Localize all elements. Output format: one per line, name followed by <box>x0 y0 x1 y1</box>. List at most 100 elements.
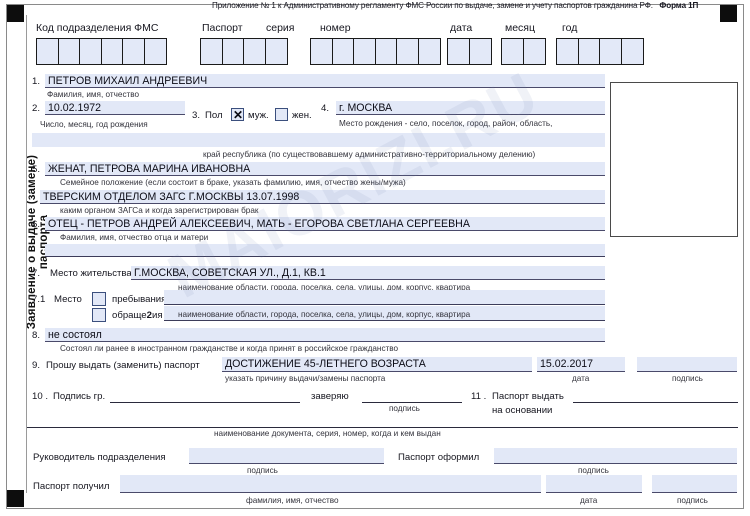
checkbox-place-of-appeal[interactable] <box>92 308 106 322</box>
input-issue-month[interactable] <box>501 38 546 65</box>
cell-issue-month-1[interactable] <box>501 38 524 65</box>
field-10-certify-line[interactable] <box>362 402 462 403</box>
checkbox-place-of-stay[interactable] <box>92 292 106 306</box>
field-4-birthplace-line2-input[interactable] <box>32 133 605 147</box>
cell-issue-day-2[interactable] <box>468 38 492 65</box>
field-1-fullname-value: ПЕТРОВ МИХАИЛ АНДРЕЕВИЧ <box>48 75 208 87</box>
field-5-number: 5. <box>32 164 41 175</box>
passport-application-form-1p: MAIORIZI.RU Приложение № 1 к Администрат… <box>0 0 750 516</box>
input-issue-year[interactable] <box>556 38 644 65</box>
footer-head-signature-input[interactable] <box>189 448 384 464</box>
field-71-number: 7.1 <box>32 294 46 305</box>
cell-passport-number-4[interactable] <box>374 38 398 65</box>
field-10-certify-label: заверяю <box>311 391 349 402</box>
field-5-hint: Семейное положение (если состоит в браке… <box>60 178 406 187</box>
cell-issue-year-1[interactable] <box>556 38 579 65</box>
label-series: серия <box>266 22 295 34</box>
cell-division-code-3[interactable] <box>79 38 103 65</box>
header-note: Приложение № 1 к Административному регла… <box>212 1 712 10</box>
field-6-underline <box>45 256 605 257</box>
cell-passport-number-1[interactable] <box>310 38 333 65</box>
field-4-number: 4. <box>321 103 330 114</box>
cell-issue-year-2[interactable] <box>577 38 601 65</box>
footer-received-signature-input[interactable] <box>652 475 737 493</box>
cell-division-code-1[interactable] <box>36 38 59 65</box>
vertical-divider <box>26 15 27 493</box>
field-9-label: Прошу выдать (заменить) паспорт <box>46 360 200 371</box>
input-issue-day[interactable] <box>447 38 492 65</box>
field-9-signature-hint: подпись <box>672 374 703 383</box>
photo-placeholder[interactable] <box>610 82 738 237</box>
cell-division-code-2[interactable] <box>57 38 81 65</box>
field-3-label: Пол <box>205 110 223 121</box>
field-6-parents-line2-input[interactable] <box>45 244 605 256</box>
field-9-date-hint: дата <box>572 374 590 383</box>
cell-passport-number-6[interactable] <box>418 38 442 65</box>
field-9-date-value: 15.02.2017 <box>540 358 594 370</box>
cell-passport-number-3[interactable] <box>353 38 377 65</box>
field-71-appeal-underline <box>164 320 605 321</box>
field-10-certify-hint: подпись <box>389 404 420 413</box>
label-male: муж. <box>248 110 269 121</box>
field-4-hint2: край республика (по существовавшему адми… <box>203 150 536 159</box>
field-71-stay-input[interactable] <box>164 290 605 304</box>
field-10-signature-line[interactable] <box>110 402 300 403</box>
input-passport-number[interactable] <box>310 38 442 65</box>
cell-passport-series-1[interactable] <box>200 38 223 65</box>
footer-issued-hint: подпись <box>578 466 609 475</box>
footer-issued-signature-input[interactable] <box>494 448 737 464</box>
input-passport-series[interactable] <box>200 38 288 65</box>
footer-issued-label: Паспорт оформил <box>398 452 480 463</box>
field-7-residence-value: Г.МОСКВА, СОВЕТСКАЯ УЛ., Д.1, КВ.1 <box>134 267 326 279</box>
label-female: жен. <box>292 110 312 121</box>
cell-issue-day-1[interactable] <box>447 38 470 65</box>
field-1-hint: Фамилия, имя, отчество <box>47 90 140 99</box>
cell-passport-series-3[interactable] <box>243 38 267 65</box>
footer-received-name-input[interactable] <box>120 475 541 493</box>
field-1-number: 1. <box>32 76 41 87</box>
cell-passport-number-2[interactable] <box>331 38 355 65</box>
cell-issue-year-4[interactable] <box>620 38 644 65</box>
field-10-number: 10 . <box>32 391 49 402</box>
field-5-marital-value: ЖЕНАТ, ПЕТРОВА МАРИНА ИВАНОВНА <box>48 163 251 175</box>
label-place-of-stay: пребывания <box>112 294 167 305</box>
field-6-number: 6. <box>32 219 41 230</box>
field-8-citizenship-input[interactable] <box>45 328 605 342</box>
cell-issue-year-3[interactable] <box>599 38 623 65</box>
footer-received-label: Паспорт получил <box>33 481 110 492</box>
input-division-code[interactable] <box>36 38 168 65</box>
footer-received-hint: фамилия, имя, отчество <box>246 496 339 505</box>
form-code: Форма 1П <box>659 1 699 10</box>
field-2-hint: Число, месяц, год рождения <box>40 120 148 129</box>
checkbox-male-mark: ✕ <box>233 108 244 122</box>
field-2-birthdate-value: 10.02.1972 <box>48 102 102 114</box>
field-3-number: 3. <box>192 110 201 121</box>
field-10-label: Подпись гр. <box>53 391 106 402</box>
footer-received-date-input[interactable] <box>546 475 642 493</box>
checkbox-female[interactable] <box>275 108 288 121</box>
cell-passport-series-2[interactable] <box>221 38 245 65</box>
cell-division-code-5[interactable] <box>122 38 146 65</box>
label-passport: Паспорт <box>202 22 243 34</box>
field-11-label-line2: на основании <box>492 405 553 416</box>
label-division-code: Код подразделения ФМС <box>36 22 159 34</box>
cell-division-code-4[interactable] <box>100 38 124 65</box>
label-number: номер <box>320 22 351 34</box>
field-8-citizenship-value: не состоял <box>48 329 102 341</box>
field-9-signature-input[interactable] <box>637 357 737 372</box>
field-71-stay-underline <box>164 304 605 305</box>
cell-passport-number-5[interactable] <box>396 38 420 65</box>
field-6-parents-value: ОТЕЦ - ПЕТРОВ АНДРЕЙ АЛЕКСЕЕВИЧ, МАТЬ - … <box>48 218 470 230</box>
field-8-hint: Состоял ли ранее в иностранном гражданст… <box>60 344 399 353</box>
field-9-hint: указать причину выдачи/замены паспорта <box>225 374 386 383</box>
field-9-number: 9. <box>32 360 41 371</box>
field-11-basis-line1[interactable] <box>573 402 738 403</box>
footer-head-label: Руководитель подразделения <box>33 452 166 463</box>
field-7-number: 7. <box>32 268 41 279</box>
field-4-hint: Место рождения - село, поселок, город, р… <box>339 119 553 128</box>
cell-passport-series-4[interactable] <box>264 38 288 65</box>
field-5-registrar-value: ТВЕРСКИМ ОТДЕЛОМ ЗАГС Г.МОСКВЫ 13.07.199… <box>43 191 300 203</box>
field-11-basis-line2[interactable] <box>27 427 738 428</box>
cell-issue-month-2[interactable] <box>522 38 546 65</box>
cell-division-code-6[interactable] <box>144 38 168 65</box>
